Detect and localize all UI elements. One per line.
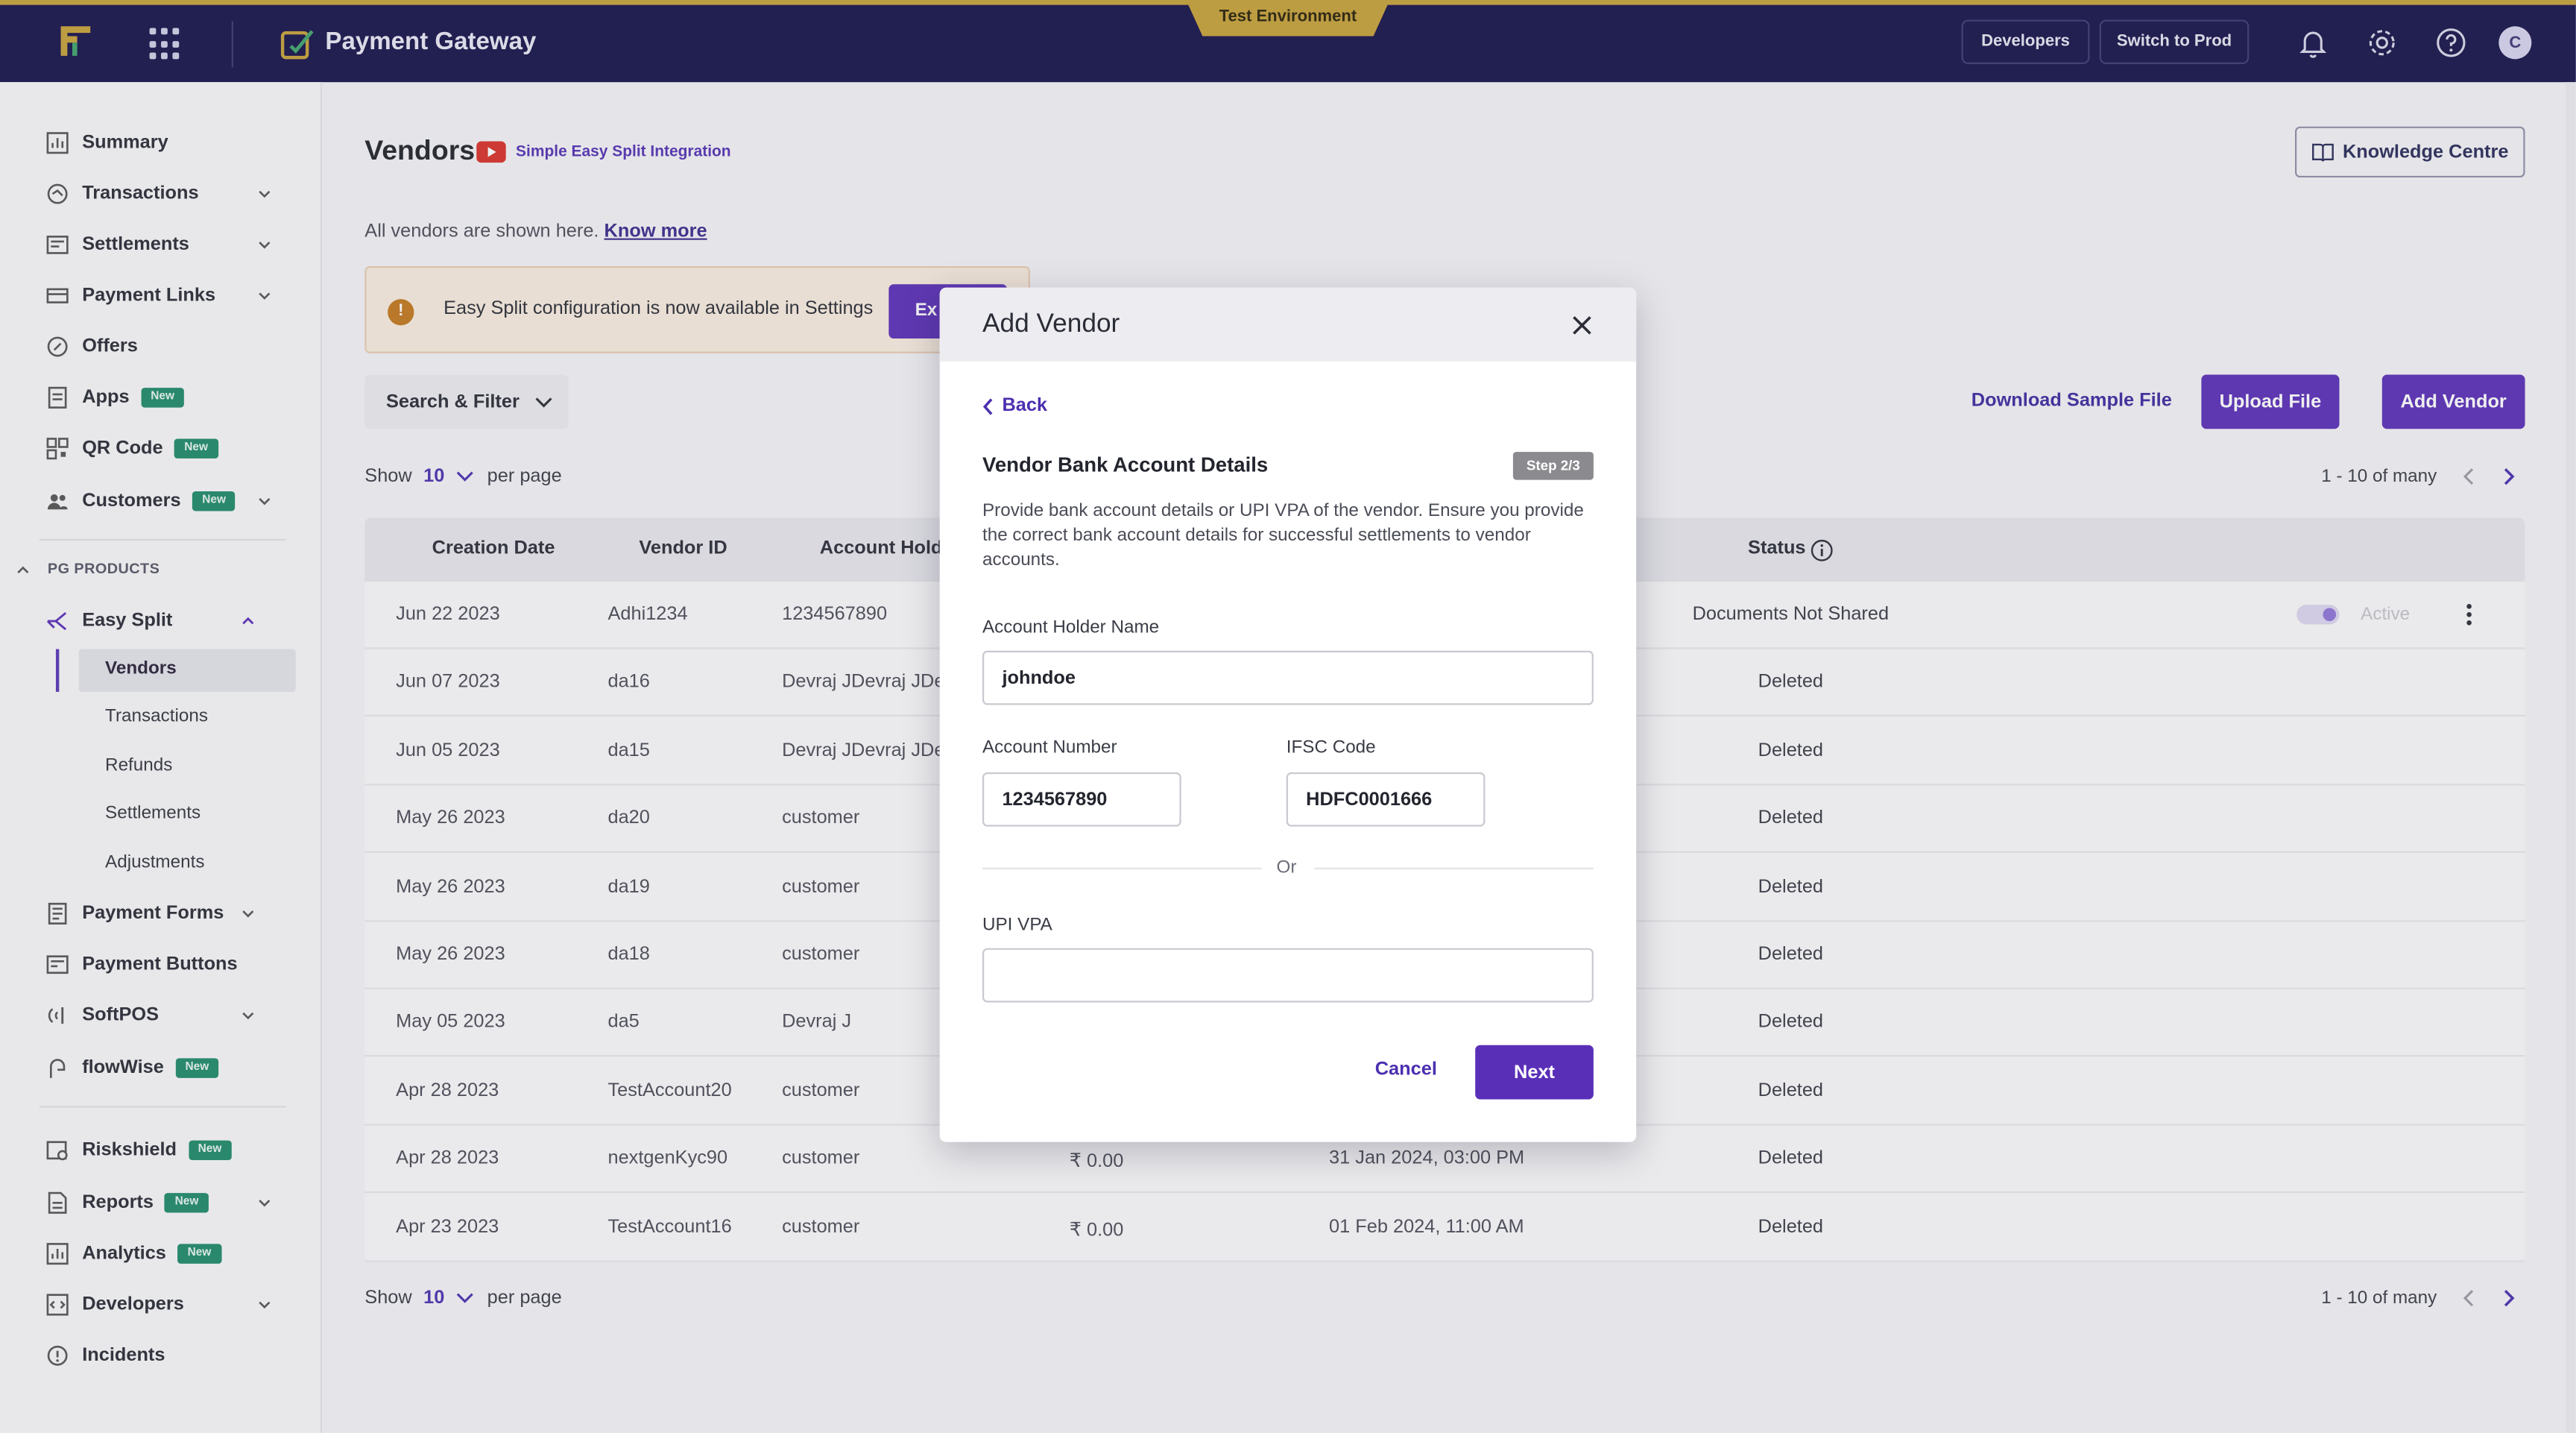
cancel-button[interactable]: Cancel (1375, 1060, 1437, 1080)
upi-vpa-label: UPI VPA (982, 915, 1052, 936)
step-badge: Step 2/3 (1512, 452, 1594, 480)
or-separator: Or (1276, 857, 1297, 878)
add-vendor-modal: Add Vendor Back Vendor Bank Account Deta… (939, 287, 1637, 1142)
modal-title: Add Vendor (982, 310, 1120, 339)
divider (1314, 867, 1594, 869)
modal-header: Add Vendor (939, 287, 1637, 362)
ifsc-code-label: IFSC Code (1286, 737, 1376, 758)
modal-section-title: Vendor Bank Account Details (982, 453, 1269, 477)
account-holder-input[interactable]: johndoe (982, 650, 1594, 705)
back-button[interactable]: Back (982, 396, 1048, 416)
ifsc-code-input[interactable]: HDFC0001666 (1286, 772, 1486, 827)
modal-description: Provide bank account details or UPI VPA … (982, 501, 1584, 570)
close-icon[interactable] (1570, 314, 1594, 337)
next-button[interactable]: Next (1475, 1045, 1594, 1100)
account-number-input[interactable]: 1234567890 (982, 772, 1181, 827)
upi-vpa-input[interactable] (982, 948, 1594, 1003)
chevron-left-icon (982, 397, 993, 415)
account-number-label: Account Number (982, 737, 1117, 758)
account-holder-label: Account Holder Name (982, 617, 1160, 638)
back-label: Back (1002, 396, 1048, 416)
divider (982, 867, 1262, 869)
